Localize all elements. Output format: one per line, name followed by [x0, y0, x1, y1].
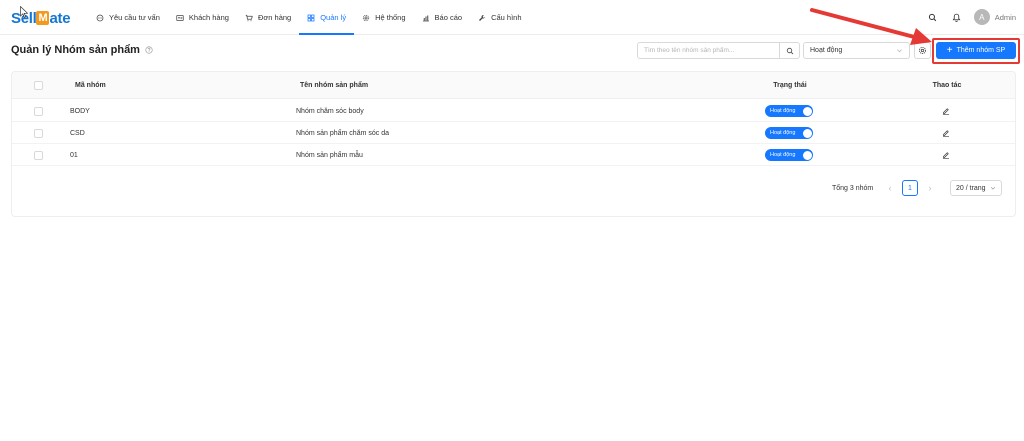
select-all-checkbox[interactable]	[34, 81, 43, 90]
row-checkbox[interactable]	[34, 106, 43, 116]
group-code: CSD	[70, 129, 85, 137]
product-group-table: Mã nhóm Tên nhóm sản phẩm Trạng thái Tha…	[11, 71, 1016, 217]
row-checkbox[interactable]	[34, 150, 43, 160]
table-row: CSD Nhóm sản phẩm chăm sóc da Hoạt động	[12, 122, 1015, 144]
pagination-page-button[interactable]: 1	[902, 180, 918, 196]
avatar[interactable]: A	[973, 9, 990, 25]
search-button[interactable]	[780, 42, 800, 59]
column-header-code[interactable]: Mã nhóm	[75, 72, 106, 99]
search-group	[637, 42, 800, 59]
table-row: 01 Nhóm sản phẩm mẫu Hoạt động	[12, 144, 1015, 166]
pagination-total: Tổng 3 nhóm	[832, 184, 874, 192]
nav-item-configuration[interactable]: Cấu hình	[470, 0, 529, 35]
status-toggle[interactable]: Hoạt động	[765, 105, 813, 117]
nav-label: Yêu cầu tư vấn	[109, 13, 160, 22]
edit-icon[interactable]	[942, 129, 950, 137]
group-name: Nhóm chăm sóc body	[296, 107, 364, 115]
annotation-highlight-box	[932, 38, 1020, 64]
table-header: Mã nhóm Tên nhóm sản phẩm Trạng thái Tha…	[12, 72, 1015, 99]
help-icon[interactable]	[145, 46, 153, 54]
edit-icon[interactable]	[942, 107, 950, 115]
page-title-text: Quản lý Nhóm sản phẩm	[11, 44, 140, 56]
select-all-cell	[34, 72, 43, 99]
column-header-actions: Thao tác	[932, 82, 962, 89]
page-size-select[interactable]: 20 / trang	[950, 180, 1002, 196]
nav-label: Đơn hàng	[257, 13, 292, 22]
edit-icon[interactable]	[942, 151, 950, 159]
notifications-button[interactable]	[950, 10, 964, 24]
group-name: Nhóm sản phẩm chăm sóc da	[296, 129, 389, 137]
status-toggle-label: Hoạt động	[770, 108, 796, 114]
nav-item-management[interactable]: Quản lý	[299, 0, 354, 35]
toggle-knob	[802, 106, 812, 116]
toggle-knob	[802, 128, 812, 138]
wrench-icon	[479, 14, 486, 21]
group-code: BODY	[70, 107, 90, 115]
page-title: Quản lý Nhóm sản phẩm	[11, 44, 153, 56]
bar-chart-icon	[422, 15, 429, 21]
contact-card-icon	[176, 14, 184, 21]
chevron-down-icon	[990, 187, 996, 190]
group-code: 01	[70, 151, 78, 159]
group-name: Nhóm sản phẩm mẫu	[296, 151, 363, 159]
nav-label: Cấu hình	[491, 13, 522, 22]
pagination-prev-button[interactable]: ‹	[883, 180, 897, 196]
search-icon	[786, 47, 793, 54]
pagination-next-button[interactable]: ›	[923, 180, 937, 196]
chat-icon	[96, 14, 104, 21]
user-name[interactable]: Admin	[995, 13, 1016, 22]
status-toggle-label: Hoạt động	[770, 130, 796, 136]
nav-item-reports[interactable]: Báo cáo	[414, 0, 471, 35]
status-toggle-label: Hoạt động	[770, 152, 796, 158]
status-toggle[interactable]: Hoạt động	[765, 149, 813, 161]
row-checkbox[interactable]	[34, 128, 43, 138]
search-input[interactable]	[637, 42, 780, 59]
bell-icon	[952, 13, 961, 22]
nav-item-system[interactable]: Hệ thống	[354, 0, 413, 35]
toggle-knob	[802, 150, 812, 160]
nav-label: Khách hàng	[188, 13, 229, 22]
table-row: BODY Nhóm chăm sóc body Hoạt động	[12, 100, 1015, 122]
nav-item-customers[interactable]: Khách hàng	[168, 0, 237, 35]
annotation-arrow-icon	[810, 8, 932, 45]
column-header-status[interactable]: Trạng thái	[770, 72, 810, 99]
gear-icon	[362, 14, 370, 21]
page-size-value: 20 / trang	[956, 184, 986, 192]
nav-label: Báo cáo	[434, 13, 463, 22]
status-toggle[interactable]: Hoạt động	[765, 127, 813, 139]
nav-label: Hệ thống	[375, 13, 406, 22]
cart-icon	[245, 14, 253, 21]
nav-item-consult-requests[interactable]: Yêu cầu tư vấn	[88, 0, 168, 35]
nav-item-orders[interactable]: Đơn hàng	[237, 0, 299, 35]
nav-label: Quản lý	[320, 13, 347, 22]
column-header-name[interactable]: Tên nhóm sản phẩm	[300, 72, 368, 99]
logo-mark: M	[36, 11, 50, 25]
mouse-cursor-icon	[20, 6, 28, 18]
main-nav: Yêu cầu tư vấn Khách hàng Đơn hàng Quản …	[88, 0, 530, 35]
grid-icon	[307, 14, 315, 21]
logo-text-ate: ate	[49, 9, 71, 27]
